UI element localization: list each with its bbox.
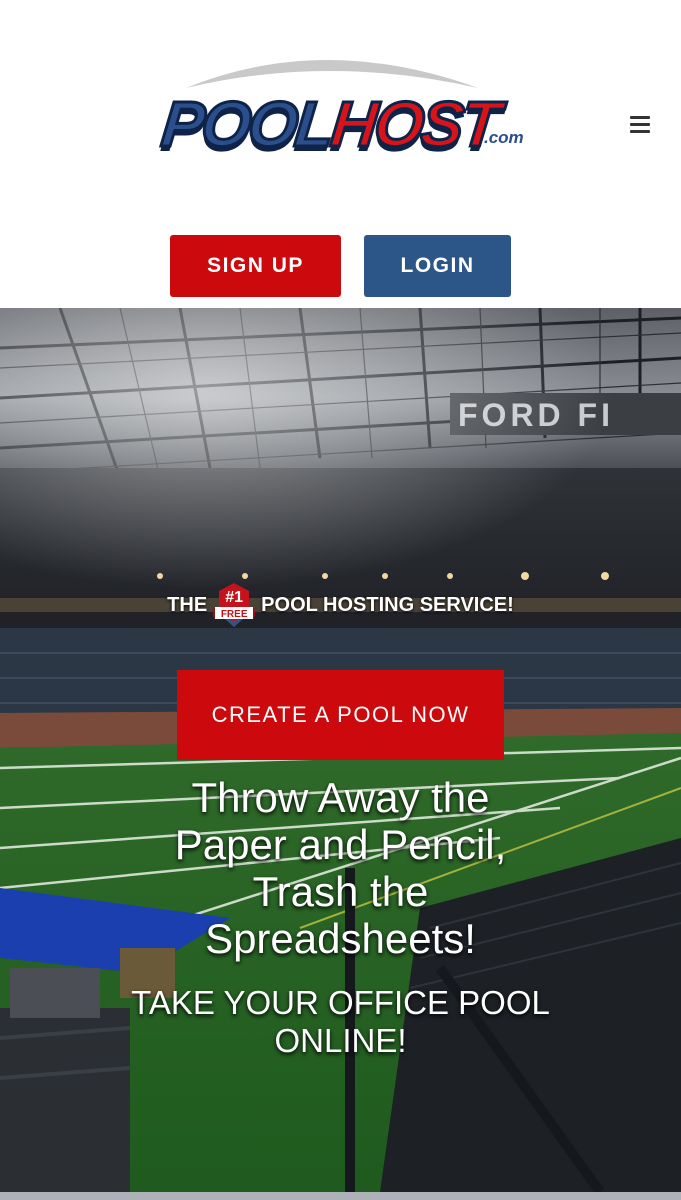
site-header: POOLHOST .com SIGN UP LOGIN bbox=[0, 0, 681, 306]
poolhost-logo[interactable]: POOLHOST .com bbox=[157, 40, 528, 170]
number-one-free-badge: #1 FREE bbox=[211, 583, 258, 627]
logo-host-text: HOST bbox=[326, 87, 502, 162]
badge-free: FREE bbox=[220, 609, 248, 620]
badge-number: #1 bbox=[225, 589, 244, 606]
create-pool-button[interactable]: CREATE A POOL NOW bbox=[177, 670, 504, 760]
hero-headline: Throw Away the Paper and Pencil, Trash t… bbox=[174, 774, 507, 962]
hamburger-menu-icon[interactable] bbox=[630, 116, 650, 134]
bottom-scroll-bar bbox=[0, 1192, 681, 1200]
hero-section: FORD FI bbox=[0, 308, 681, 1192]
logo-wordmark: POOLHOST bbox=[157, 87, 503, 162]
login-button[interactable]: LOGIN bbox=[364, 235, 511, 297]
logo-pool-text: POOL bbox=[157, 87, 337, 162]
tagline: THE #1 FREE POOL HOSTING SERVICE! bbox=[0, 582, 681, 628]
tagline-suffix: POOL HOSTING SERVICE! bbox=[261, 593, 514, 616]
sign-up-button[interactable]: SIGN UP bbox=[170, 235, 341, 297]
hero-subheadline: TAKE YOUR OFFICE POOL ONLINE! bbox=[131, 984, 550, 1059]
tagline-prefix: THE bbox=[167, 593, 208, 616]
logo-dotcom-text: .com bbox=[484, 128, 524, 147]
